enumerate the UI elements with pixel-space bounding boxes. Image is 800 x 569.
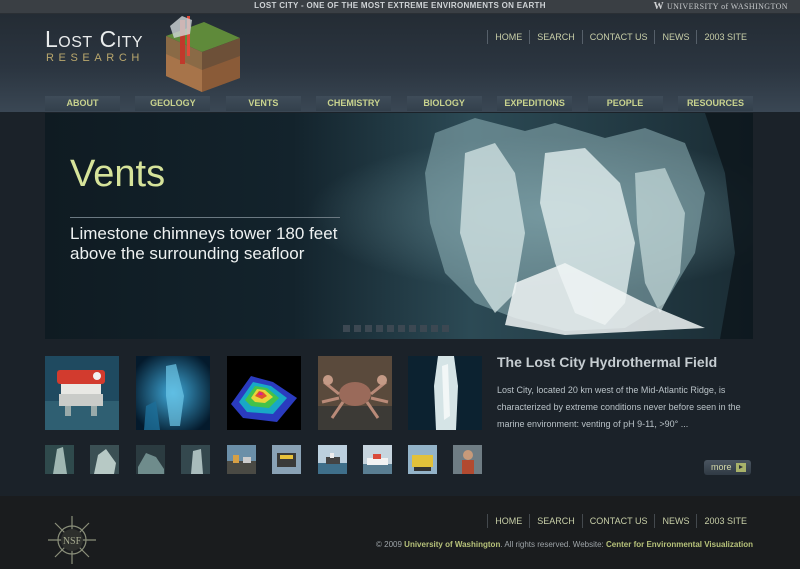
chimney-2-image xyxy=(90,445,119,474)
copyright-prefix: © 2009 xyxy=(376,540,405,549)
slide-dot[interactable] xyxy=(431,325,438,332)
site-logo-subtitle[interactable]: RESEARCH xyxy=(46,52,144,64)
small-thumbnail-chimney-2[interactable] xyxy=(90,445,119,474)
seafloor-cube-icon[interactable] xyxy=(160,14,244,94)
slide-dot[interactable] xyxy=(354,325,361,332)
main-nav: ABOUT GEOLOGY VENTS CHEMISTRY BIOLOGY EX… xyxy=(45,96,753,111)
footer-nav: HOME SEARCH CONTACT US NEWS 2003 SITE xyxy=(487,514,754,528)
copyright-mid: . All rights reserved. Website: xyxy=(500,540,606,549)
tab-expeditions[interactable]: EXPEDITIONS xyxy=(497,96,573,111)
nsf-logo[interactable]: NSF xyxy=(46,514,98,566)
white-chimney-image xyxy=(408,356,482,430)
hero-caption-line-2: above the surrounding seafloor xyxy=(70,244,305,263)
slide-dot[interactable] xyxy=(409,325,416,332)
small-thumbnail-ship-deck[interactable] xyxy=(227,445,256,474)
hero-divider xyxy=(70,217,340,218)
thumbnail-blue-chimney[interactable] xyxy=(136,356,210,430)
thumbnail-white-chimney[interactable] xyxy=(408,356,482,430)
top-nav-contact[interactable]: CONTACT US xyxy=(581,30,655,44)
rov-deck-image xyxy=(272,445,301,474)
uw-logo-link[interactable]: W UNIVERSITY of WASHINGTON xyxy=(654,1,788,12)
chimney-1-image xyxy=(45,445,74,474)
copyright: © 2009 University of Washington. All rig… xyxy=(376,540,753,549)
more-button[interactable]: more xyxy=(704,460,751,475)
small-thumbnail-submersible[interactable] xyxy=(408,445,437,474)
top-nav-2003-site[interactable]: 2003 SITE xyxy=(696,30,754,44)
tab-vents[interactable]: VENTS xyxy=(225,96,301,111)
arrow-right-icon xyxy=(736,463,746,472)
cev-link[interactable]: Center for Environmental Visualization xyxy=(606,540,753,549)
small-thumbnail-scientist[interactable] xyxy=(453,445,482,474)
hero-banner: Vents Limestone chimneys tower 180 feet … xyxy=(45,113,753,339)
thumbnail-crab[interactable] xyxy=(318,356,392,430)
top-nav-search[interactable]: SEARCH xyxy=(529,30,582,44)
uw-w-icon: W xyxy=(653,1,664,12)
footer-nav-home[interactable]: HOME xyxy=(487,514,529,528)
tab-biology[interactable]: BIOLOGY xyxy=(406,96,482,111)
thumbnail-bathymetry-map[interactable] xyxy=(227,356,301,430)
small-thumbnail-chimney-3[interactable] xyxy=(136,445,165,474)
footer-nav-contact[interactable]: CONTACT US xyxy=(581,514,655,528)
site-logo-title[interactable]: Lost City xyxy=(45,26,143,53)
footer-nav-news[interactable]: NEWS xyxy=(654,514,696,528)
top-nav-home[interactable]: HOME xyxy=(487,30,529,44)
thumbnail-rov-robot[interactable] xyxy=(45,356,119,430)
top-strip: LOST CITY - ONE OF THE MOST EXTREME ENVI… xyxy=(0,0,800,14)
tab-geology[interactable]: GEOLOGY xyxy=(135,96,211,111)
submersible-image xyxy=(408,445,437,474)
ship-at-sea-image xyxy=(318,445,347,474)
small-thumbnail-ship-2[interactable] xyxy=(363,445,392,474)
top-nav-news[interactable]: NEWS xyxy=(654,30,696,44)
blue-chimney-image xyxy=(136,356,210,430)
chimney-4-image xyxy=(181,445,210,474)
uw-wordmark: UNIVERSITY of WASHINGTON xyxy=(666,2,788,11)
ship-2-image xyxy=(363,445,392,474)
hero-title: Vents xyxy=(70,153,166,195)
slide-dot[interactable] xyxy=(442,325,449,332)
tab-about[interactable]: ABOUT xyxy=(45,96,120,111)
ship-deck-image xyxy=(227,445,256,474)
slide-dot[interactable] xyxy=(376,325,383,332)
small-thumbnail-chimney-1[interactable] xyxy=(45,445,74,474)
article-body: Lost City, located 20 km west of the Mid… xyxy=(497,385,741,429)
slide-dot[interactable] xyxy=(420,325,427,332)
nsf-logo-text: NSF xyxy=(63,536,82,547)
hero-caption-line-1: Limestone chimneys tower 180 feet xyxy=(70,224,338,243)
more-button-label: more xyxy=(711,462,732,472)
hero-slide-dots xyxy=(343,325,449,332)
top-nav: HOME SEARCH CONTACT US NEWS 2003 SITE xyxy=(487,30,754,44)
slide-dot[interactable] xyxy=(398,325,405,332)
slide-dot[interactable] xyxy=(343,325,350,332)
small-thumbnail-chimney-4[interactable] xyxy=(181,445,210,474)
tab-resources[interactable]: RESOURCES xyxy=(677,96,753,111)
rov-robot-image xyxy=(45,356,119,430)
crab-image xyxy=(318,356,392,430)
small-thumbnail-rov-deck[interactable] xyxy=(272,445,301,474)
tab-people[interactable]: PEOPLE xyxy=(587,96,663,111)
tab-chemistry[interactable]: CHEMISTRY xyxy=(316,96,392,111)
chimney-3-image xyxy=(136,445,165,474)
slide-dot[interactable] xyxy=(387,325,394,332)
scientist-image xyxy=(453,445,482,474)
bathymetry-map-image xyxy=(227,356,301,430)
footer-nav-2003-site[interactable]: 2003 SITE xyxy=(696,514,754,528)
site-footer: NSF HOME SEARCH CONTACT US NEWS 2003 SIT… xyxy=(0,496,800,569)
footer-nav-search[interactable]: SEARCH xyxy=(529,514,582,528)
small-thumbnail-ship-at-sea[interactable] xyxy=(318,445,347,474)
article-title[interactable]: The Lost City Hydrothermal Field xyxy=(497,354,717,370)
uw-link[interactable]: University of Washington xyxy=(404,540,500,549)
hero-caption: Limestone chimneys tower 180 feet above … xyxy=(70,224,370,264)
slide-dot[interactable] xyxy=(365,325,372,332)
